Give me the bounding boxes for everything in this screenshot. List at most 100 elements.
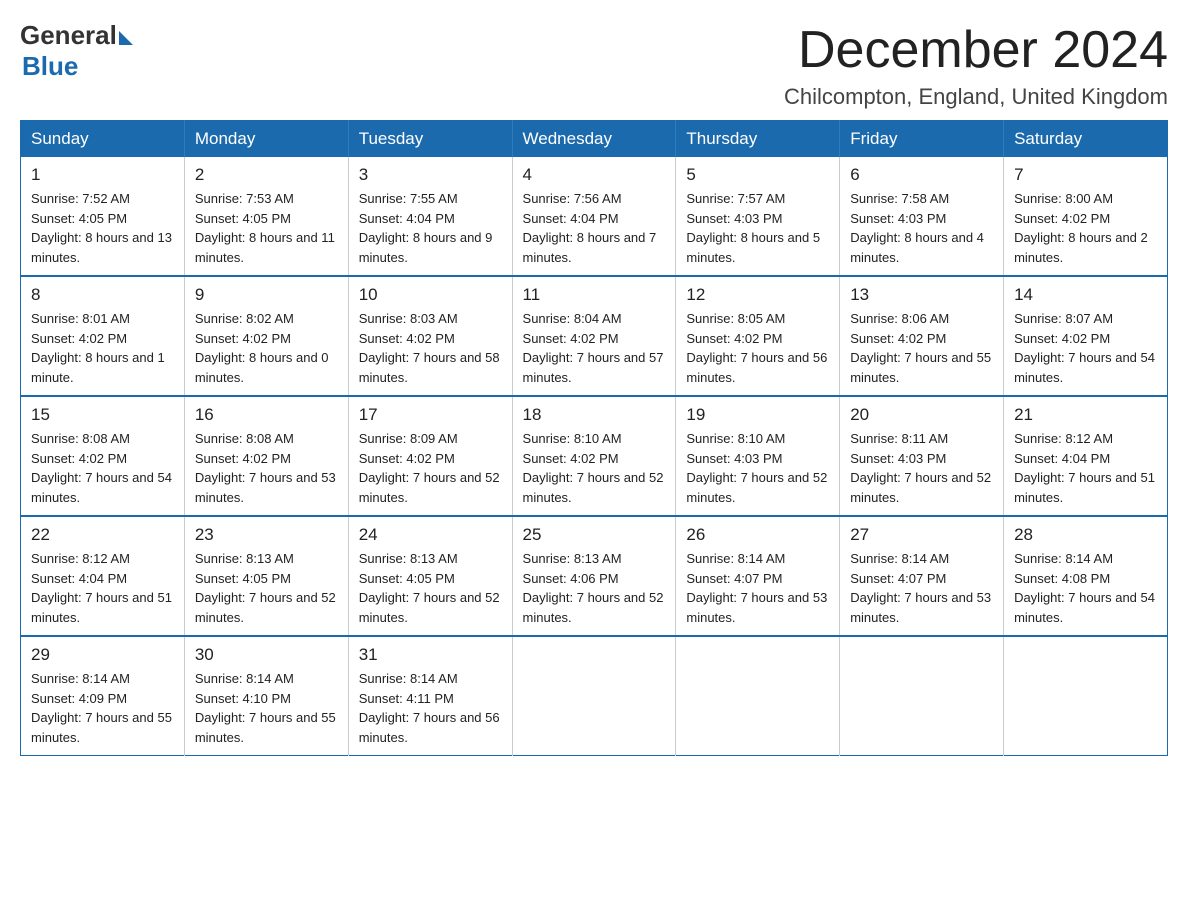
day-cell: 17 Sunrise: 8:09 AM Sunset: 4:02 PM Dayl…: [348, 396, 512, 516]
day-cell: 22 Sunrise: 8:12 AM Sunset: 4:04 PM Dayl…: [21, 516, 185, 636]
day-cell: 27 Sunrise: 8:14 AM Sunset: 4:07 PM Dayl…: [840, 516, 1004, 636]
day-cell: 21 Sunrise: 8:12 AM Sunset: 4:04 PM Dayl…: [1004, 396, 1168, 516]
day-info: Sunrise: 8:14 AM Sunset: 4:10 PM Dayligh…: [195, 669, 338, 747]
day-info: Sunrise: 8:12 AM Sunset: 4:04 PM Dayligh…: [31, 549, 174, 627]
day-number: 4: [523, 165, 666, 185]
logo-general-text: General: [20, 20, 117, 51]
day-cell: 20 Sunrise: 8:11 AM Sunset: 4:03 PM Dayl…: [840, 396, 1004, 516]
day-cell: 23 Sunrise: 8:13 AM Sunset: 4:05 PM Dayl…: [184, 516, 348, 636]
day-number: 10: [359, 285, 502, 305]
day-number: 24: [359, 525, 502, 545]
day-number: 18: [523, 405, 666, 425]
day-number: 16: [195, 405, 338, 425]
day-info: Sunrise: 8:12 AM Sunset: 4:04 PM Dayligh…: [1014, 429, 1157, 507]
day-number: 2: [195, 165, 338, 185]
day-cell: [840, 636, 1004, 756]
week-row-1: 1 Sunrise: 7:52 AM Sunset: 4:05 PM Dayli…: [21, 157, 1168, 276]
header-friday: Friday: [840, 121, 1004, 158]
day-cell: 19 Sunrise: 8:10 AM Sunset: 4:03 PM Dayl…: [676, 396, 840, 516]
day-cell: 25 Sunrise: 8:13 AM Sunset: 4:06 PM Dayl…: [512, 516, 676, 636]
day-info: Sunrise: 8:14 AM Sunset: 4:07 PM Dayligh…: [850, 549, 993, 627]
day-cell: 8 Sunrise: 8:01 AM Sunset: 4:02 PM Dayli…: [21, 276, 185, 396]
day-number: 6: [850, 165, 993, 185]
day-cell: 28 Sunrise: 8:14 AM Sunset: 4:08 PM Dayl…: [1004, 516, 1168, 636]
day-number: 30: [195, 645, 338, 665]
day-number: 26: [686, 525, 829, 545]
day-number: 13: [850, 285, 993, 305]
header-tuesday: Tuesday: [348, 121, 512, 158]
day-number: 23: [195, 525, 338, 545]
day-cell: 2 Sunrise: 7:53 AM Sunset: 4:05 PM Dayli…: [184, 157, 348, 276]
day-info: Sunrise: 8:06 AM Sunset: 4:02 PM Dayligh…: [850, 309, 993, 387]
day-cell: 4 Sunrise: 7:56 AM Sunset: 4:04 PM Dayli…: [512, 157, 676, 276]
day-info: Sunrise: 7:57 AM Sunset: 4:03 PM Dayligh…: [686, 189, 829, 267]
day-number: 27: [850, 525, 993, 545]
day-cell: 26 Sunrise: 8:14 AM Sunset: 4:07 PM Dayl…: [676, 516, 840, 636]
day-number: 5: [686, 165, 829, 185]
day-cell: 11 Sunrise: 8:04 AM Sunset: 4:02 PM Dayl…: [512, 276, 676, 396]
header-saturday: Saturday: [1004, 121, 1168, 158]
day-number: 28: [1014, 525, 1157, 545]
title-block: December 2024 Chilcompton, England, Unit…: [784, 20, 1168, 110]
day-number: 15: [31, 405, 174, 425]
day-info: Sunrise: 8:09 AM Sunset: 4:02 PM Dayligh…: [359, 429, 502, 507]
header-wednesday: Wednesday: [512, 121, 676, 158]
day-number: 25: [523, 525, 666, 545]
day-info: Sunrise: 8:04 AM Sunset: 4:02 PM Dayligh…: [523, 309, 666, 387]
day-cell: 1 Sunrise: 7:52 AM Sunset: 4:05 PM Dayli…: [21, 157, 185, 276]
day-cell: 5 Sunrise: 7:57 AM Sunset: 4:03 PM Dayli…: [676, 157, 840, 276]
calendar-table: Sunday Monday Tuesday Wednesday Thursday…: [20, 120, 1168, 756]
day-info: Sunrise: 8:01 AM Sunset: 4:02 PM Dayligh…: [31, 309, 174, 387]
day-info: Sunrise: 7:58 AM Sunset: 4:03 PM Dayligh…: [850, 189, 993, 267]
day-cell: 16 Sunrise: 8:08 AM Sunset: 4:02 PM Dayl…: [184, 396, 348, 516]
day-cell: [1004, 636, 1168, 756]
day-info: Sunrise: 8:14 AM Sunset: 4:07 PM Dayligh…: [686, 549, 829, 627]
day-cell: 3 Sunrise: 7:55 AM Sunset: 4:04 PM Dayli…: [348, 157, 512, 276]
day-number: 29: [31, 645, 174, 665]
day-cell: 7 Sunrise: 8:00 AM Sunset: 4:02 PM Dayli…: [1004, 157, 1168, 276]
day-cell: 24 Sunrise: 8:13 AM Sunset: 4:05 PM Dayl…: [348, 516, 512, 636]
day-cell: 6 Sunrise: 7:58 AM Sunset: 4:03 PM Dayli…: [840, 157, 1004, 276]
day-info: Sunrise: 7:56 AM Sunset: 4:04 PM Dayligh…: [523, 189, 666, 267]
weekday-header-row: Sunday Monday Tuesday Wednesday Thursday…: [21, 121, 1168, 158]
day-info: Sunrise: 8:07 AM Sunset: 4:02 PM Dayligh…: [1014, 309, 1157, 387]
day-info: Sunrise: 8:02 AM Sunset: 4:02 PM Dayligh…: [195, 309, 338, 387]
day-number: 9: [195, 285, 338, 305]
day-cell: 29 Sunrise: 8:14 AM Sunset: 4:09 PM Dayl…: [21, 636, 185, 756]
day-number: 19: [686, 405, 829, 425]
day-info: Sunrise: 8:13 AM Sunset: 4:05 PM Dayligh…: [359, 549, 502, 627]
day-number: 7: [1014, 165, 1157, 185]
day-number: 1: [31, 165, 174, 185]
day-cell: 31 Sunrise: 8:14 AM Sunset: 4:11 PM Dayl…: [348, 636, 512, 756]
subtitle: Chilcompton, England, United Kingdom: [784, 84, 1168, 110]
day-cell: [512, 636, 676, 756]
day-cell: 30 Sunrise: 8:14 AM Sunset: 4:10 PM Dayl…: [184, 636, 348, 756]
page-title: December 2024: [784, 20, 1168, 80]
day-info: Sunrise: 8:08 AM Sunset: 4:02 PM Dayligh…: [31, 429, 174, 507]
page-header: General Blue December 2024 Chilcompton, …: [20, 20, 1168, 110]
day-number: 14: [1014, 285, 1157, 305]
day-number: 21: [1014, 405, 1157, 425]
day-info: Sunrise: 8:08 AM Sunset: 4:02 PM Dayligh…: [195, 429, 338, 507]
day-info: Sunrise: 8:10 AM Sunset: 4:03 PM Dayligh…: [686, 429, 829, 507]
day-info: Sunrise: 8:11 AM Sunset: 4:03 PM Dayligh…: [850, 429, 993, 507]
day-info: Sunrise: 8:00 AM Sunset: 4:02 PM Dayligh…: [1014, 189, 1157, 267]
day-number: 20: [850, 405, 993, 425]
day-cell: 10 Sunrise: 8:03 AM Sunset: 4:02 PM Dayl…: [348, 276, 512, 396]
logo-blue-text: Blue: [22, 51, 78, 82]
day-number: 17: [359, 405, 502, 425]
day-cell: 15 Sunrise: 8:08 AM Sunset: 4:02 PM Dayl…: [21, 396, 185, 516]
day-number: 8: [31, 285, 174, 305]
day-number: 11: [523, 285, 666, 305]
header-sunday: Sunday: [21, 121, 185, 158]
day-number: 12: [686, 285, 829, 305]
day-info: Sunrise: 8:13 AM Sunset: 4:06 PM Dayligh…: [523, 549, 666, 627]
logo: General Blue: [20, 20, 133, 82]
day-info: Sunrise: 8:14 AM Sunset: 4:08 PM Dayligh…: [1014, 549, 1157, 627]
week-row-4: 22 Sunrise: 8:12 AM Sunset: 4:04 PM Dayl…: [21, 516, 1168, 636]
header-monday: Monday: [184, 121, 348, 158]
day-cell: [676, 636, 840, 756]
day-info: Sunrise: 8:13 AM Sunset: 4:05 PM Dayligh…: [195, 549, 338, 627]
day-info: Sunrise: 8:14 AM Sunset: 4:11 PM Dayligh…: [359, 669, 502, 747]
day-number: 22: [31, 525, 174, 545]
